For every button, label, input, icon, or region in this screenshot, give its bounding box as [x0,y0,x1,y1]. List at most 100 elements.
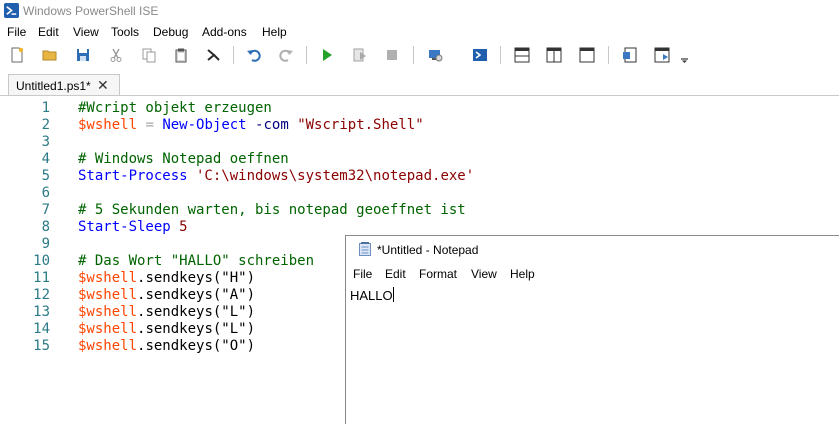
command-addon-icon [654,47,670,63]
notepad-text-area[interactable]: HALLO [350,287,394,303]
new-file-icon [11,47,24,63]
code-token: ("O") [212,338,256,354]
new-script-button[interactable] [6,44,28,66]
layout-right-icon [546,47,562,63]
line-number: 7 [41,202,50,218]
code-token: 5 [170,219,188,235]
code-line[interactable]: 8 Start-Sleep 5 [0,219,839,236]
line-number: 10 [33,253,50,269]
menu-add-ons[interactable]: Add-ons [202,25,247,39]
show-script-right-button[interactable] [543,44,565,66]
line-code: #Wcript objekt erzeugen [78,100,272,117]
remote-icon [429,50,443,62]
menu-view[interactable]: View [73,25,99,39]
code-token: "Wscript.Shell" [288,117,424,133]
line-number: 15 [33,338,50,354]
notepad-content: HALLO [350,288,393,303]
run-script-button[interactable] [316,44,338,66]
menu-tools[interactable]: Tools [111,25,139,39]
save-button[interactable] [72,44,94,66]
title-bar: Windows PowerShell ISE [0,0,839,22]
code-token: New-Object [162,117,247,133]
code-line[interactable]: 2 $wshell = New-Object -com "Wscript.Shel… [0,117,839,134]
line-code: $wshell.sendkeys("L") [78,321,255,338]
toolbar-separator [608,46,609,64]
code-line[interactable]: 5 Start-Process 'C:\windows\system32\note… [0,168,839,185]
show-script-maximized-button[interactable] [576,44,598,66]
undo-button[interactable] [243,44,265,66]
show-command-addon-button[interactable] [651,44,673,66]
line-number: 2 [41,117,50,133]
toolbar-separator [413,46,414,64]
notepad-icon [359,242,371,256]
tab-close-icon[interactable]: ✕ [97,77,109,93]
copy-button[interactable] [138,44,160,66]
line-code: $wshell.sendkeys("A") [78,287,255,304]
text-caret [392,287,394,302]
prompt-icon [207,49,220,61]
notepad-window[interactable]: *Untitled - Notepad File Edit Format Vie… [345,235,839,424]
redo-icon [279,49,293,62]
line-code: # 5 Sekunden warten, bis notepad geoeffn… [78,202,466,219]
menu-file[interactable]: File [7,25,26,39]
toolbar-overflow-button[interactable] [677,44,691,66]
cut-button[interactable] [105,44,127,66]
code-token: $wshell [78,117,138,133]
code-token: $wshell [78,304,138,320]
code-token: 'C:\windows\system32\notepad.exe' [187,168,475,184]
line-number: 5 [41,168,50,184]
code-token: ("L") [212,304,256,320]
menu-help[interactable]: Help [262,25,287,39]
code-token: -com [246,117,289,133]
paste-button[interactable] [170,44,192,66]
start-powershell-button[interactable] [469,44,491,66]
code-token: ("A") [212,287,256,303]
line-code: Start-Sleep 5 [78,219,188,236]
run-selection-button[interactable] [349,44,371,66]
code-line[interactable]: 6 [0,185,839,202]
show-command-window-button[interactable] [619,44,641,66]
clipboard-icon [175,48,187,63]
line-number: 8 [41,219,50,235]
open-button[interactable] [39,44,61,66]
code-token: # 5 Sekunden warten, bis notepad geoeffn… [78,202,466,218]
line-number: 14 [33,321,50,337]
code-token: .sendkeys [137,338,213,354]
toolbar-separator [306,46,307,64]
line-code: # Das Wort "HALLO" schreiben [78,253,314,270]
command-window-icon [623,47,637,63]
new-remote-tab-button[interactable] [424,44,446,66]
code-line[interactable]: 4 # Windows Notepad oeffnen [0,151,839,168]
notepad-menu-view[interactable]: View [471,267,497,281]
scissors-icon [110,48,122,62]
line-number: 13 [33,304,50,320]
code-token: $wshell [78,287,138,303]
code-line[interactable]: 1 #Wcript objekt erzeugen [0,100,839,117]
play-icon [323,49,332,61]
show-script-top-button[interactable] [511,44,533,66]
notepad-menu-file[interactable]: File [353,267,372,281]
folder-icon [42,50,57,61]
code-token: $wshell [78,321,138,337]
toolbar [0,42,839,68]
menu-edit[interactable]: Edit [38,25,59,39]
line-code: $wshell = New-Object -com "Wscript.Shell… [78,117,424,134]
code-token: Start-Sleep [78,219,171,235]
tab-label: Untitled1.ps1* [16,79,91,93]
code-token: ("H") [212,270,256,286]
code-token: Start-Process [78,168,188,184]
notepad-menu-edit[interactable]: Edit [385,267,406,281]
code-line[interactable]: 7 # 5 Sekunden warten, bis notepad geoeff… [0,202,839,219]
code-token: $wshell [78,338,138,354]
line-number: 11 [33,270,50,286]
floppy-disk-icon [77,49,89,61]
tab-untitled1[interactable]: Untitled1.ps1* ✕ [8,74,120,96]
clear-console-button[interactable] [202,44,224,66]
code-line[interactable]: 3 [0,134,839,151]
redo-button[interactable] [275,44,297,66]
notepad-menu-help[interactable]: Help [510,267,535,281]
line-number: 4 [41,151,50,167]
stop-button[interactable] [381,44,403,66]
menu-debug[interactable]: Debug [153,25,188,39]
notepad-menu-format[interactable]: Format [419,267,457,281]
